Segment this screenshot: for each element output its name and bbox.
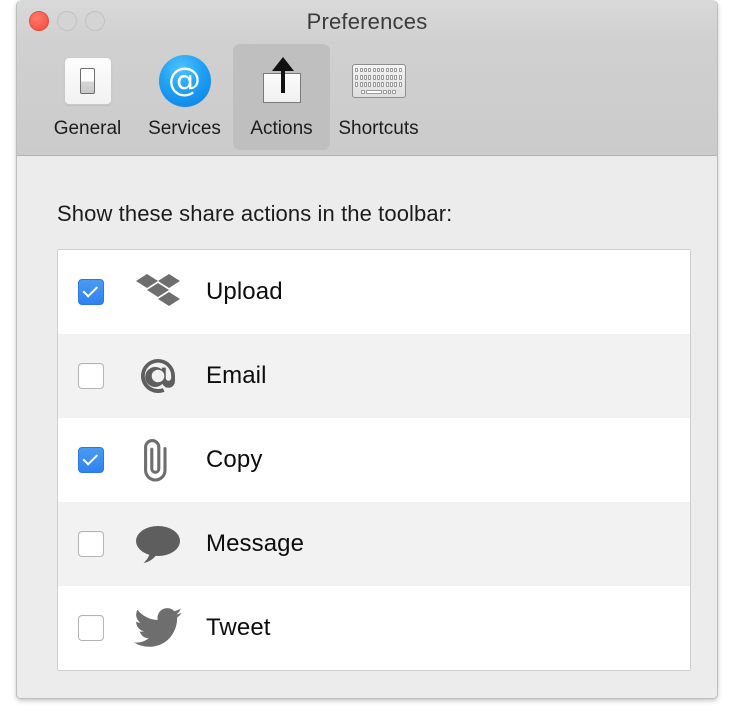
tab-general[interactable]: General (39, 44, 136, 150)
share-arrow-icon (251, 50, 313, 112)
row-label-tweet: Tweet (206, 614, 271, 641)
preferences-window: Preferences General @ Services Actions S… (16, 0, 718, 699)
light-switch-icon (57, 50, 119, 112)
checkbox-tweet[interactable] (78, 615, 104, 641)
twitter-bird-icon (132, 608, 184, 648)
keyboard-icon (348, 50, 410, 112)
tab-actions[interactable]: Actions (233, 44, 330, 150)
share-actions-list: Upload Email Copy Message Tweet (57, 249, 691, 671)
tab-services-label: Services (148, 118, 221, 139)
window-titlebar: Preferences (17, 0, 717, 44)
screenshot-canvas: Preferences General @ Services Actions S… (0, 0, 734, 716)
table-row[interactable]: Copy (58, 418, 690, 502)
dropbox-icon (132, 272, 184, 312)
table-row[interactable]: Message (58, 502, 690, 586)
row-label-copy: Copy (206, 446, 263, 473)
tab-services[interactable]: @ Services (136, 44, 233, 150)
speech-bubble-icon (132, 523, 184, 565)
tab-actions-label: Actions (250, 118, 313, 139)
window-title: Preferences (306, 9, 428, 34)
preferences-toolbar: General @ Services Actions Shortcuts (17, 44, 717, 156)
actions-pane: Show these share actions in the toolbar: (17, 156, 717, 698)
table-row[interactable]: Email (58, 334, 690, 418)
row-label-email: Email (206, 362, 267, 389)
table-row[interactable]: Tweet (58, 586, 690, 670)
paperclip-icon (132, 437, 184, 483)
row-label-upload: Upload (206, 278, 283, 305)
checkbox-email[interactable] (78, 363, 104, 389)
table-row[interactable]: Upload (58, 250, 690, 334)
tab-general-label: General (53, 118, 122, 139)
at-sign-icon: @ (154, 50, 216, 112)
section-heading: Show these share actions in the toolbar: (57, 201, 453, 226)
checkbox-copy[interactable] (78, 447, 104, 473)
checkbox-upload[interactable] (78, 279, 104, 305)
checkbox-message[interactable] (78, 531, 104, 557)
at-sign-icon (132, 355, 184, 397)
tab-shortcuts[interactable]: Shortcuts (330, 44, 427, 150)
row-label-message: Message (206, 530, 305, 557)
tab-shortcuts-label: Shortcuts (338, 118, 419, 139)
